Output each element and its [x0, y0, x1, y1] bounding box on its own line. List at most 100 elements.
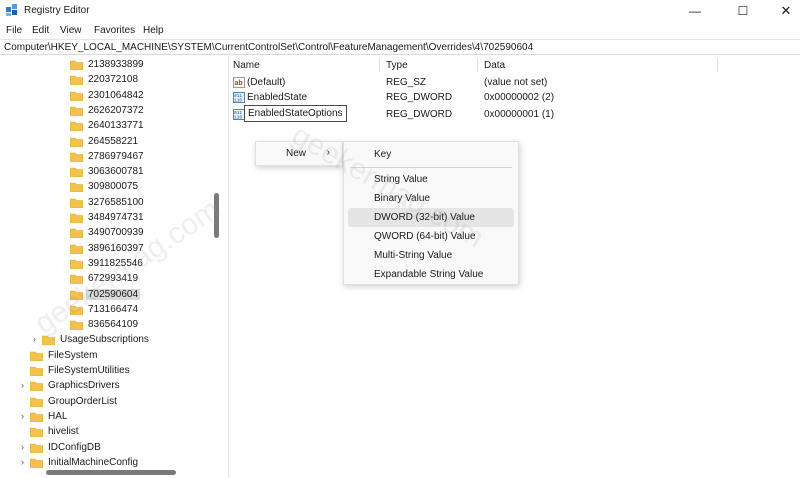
submenu-item-label: DWORD (32-bit) Value	[374, 212, 475, 223]
folder-icon	[70, 152, 83, 162]
column-divider[interactable]	[379, 58, 380, 72]
tree-item-label: 672993419	[88, 273, 139, 285]
tree-item-label: GroupOrderList	[48, 395, 117, 407]
column-header-data[interactable]: Data	[484, 60, 505, 71]
folder-icon	[70, 259, 83, 269]
column-divider[interactable]	[717, 58, 718, 72]
menu-separator	[350, 167, 512, 168]
tree-item-label: GraphicsDrivers	[48, 380, 120, 392]
folder-icon	[30, 351, 43, 361]
menu-help[interactable]: Help	[143, 25, 164, 36]
submenu-key[interactable]: Key	[348, 145, 514, 164]
folder-icon	[70, 91, 83, 101]
close-button[interactable]: ✕	[764, 0, 800, 22]
folder-icon	[70, 274, 83, 285]
value-name: EnabledState	[247, 92, 308, 103]
folder-icon	[30, 412, 43, 422]
folder-icon	[70, 121, 83, 132]
folder-icon	[70, 106, 83, 116]
chevron-right-icon[interactable]: ›	[21, 411, 29, 423]
tree-item-label: 2138933899	[88, 59, 144, 70]
folder-icon	[70, 213, 83, 223]
value-row-enabledstate[interactable]: 011 110 EnabledState REG_DWORD 0x0000000…	[229, 90, 800, 105]
submenu-multi-string-value[interactable]: Multi-String Value	[348, 246, 514, 265]
submenu-item-label: String Value	[374, 174, 428, 185]
tree-item-label: 713166474	[88, 303, 139, 315]
value-row-enabledstateoptions[interactable]: 011 110 EnabledStateOptions REG_DWORD 0x…	[229, 105, 800, 122]
tree-item-label: 3484974731	[88, 212, 144, 223]
ab-string-icon: ab	[233, 77, 245, 88]
submenu-binary-value[interactable]: Binary Value	[348, 189, 514, 208]
folder-icon	[30, 427, 43, 438]
address-bar[interactable]: Computer\HKEY_LOCAL_MACHINE\SYSTEM\Curre…	[0, 39, 800, 55]
address-path: Computer\HKEY_LOCAL_MACHINE\SYSTEM\Curre…	[4, 42, 534, 53]
folder-icon	[70, 60, 83, 70]
maximize-button[interactable]: ☐	[721, 0, 765, 22]
binary-value-icon: 011 110	[233, 92, 245, 103]
value-data: 0x00000001 (1)	[484, 109, 555, 120]
folder-icon	[70, 290, 83, 300]
tree-item-label: 3276585100	[88, 196, 144, 208]
tree-vertical-scrollbar[interactable]	[214, 193, 219, 238]
column-header-type[interactable]: Type	[386, 60, 408, 71]
folder-icon	[70, 198, 83, 208]
submenu-expandable-string-value[interactable]: Expandable String Value	[348, 265, 514, 284]
menu-favorites[interactable]: Favorites	[94, 25, 135, 36]
folder-icon	[70, 137, 83, 147]
menu-view[interactable]: View	[60, 25, 82, 36]
value-name: (Default)	[247, 77, 286, 88]
tree-item-label: 2301064842	[88, 89, 144, 101]
chevron-right-icon[interactable]: ›	[21, 457, 29, 469]
menu-file[interactable]: File	[6, 25, 22, 36]
folder-icon	[30, 443, 43, 453]
chevron-right-icon[interactable]: ›	[21, 442, 29, 454]
column-divider[interactable]	[477, 58, 478, 72]
tree-item-label: FileSystemUtilities	[48, 365, 130, 376]
folder-icon	[70, 167, 83, 178]
minimize-button[interactable]: —	[673, 0, 717, 22]
tree-item-label: hivelist	[48, 426, 79, 438]
tree-item-label: HAL	[48, 410, 68, 422]
folder-icon	[30, 458, 43, 468]
folder-icon	[70, 183, 83, 193]
value-data: (value not set)	[484, 77, 548, 88]
key-tree-pane[interactable]: 2138933899 220372108 2301064842 2626207372 2…	[0, 56, 226, 478]
submenu-item-label: Binary Value	[374, 193, 430, 204]
tree-horizontal-scrollbar[interactable]	[46, 470, 176, 475]
folder-icon	[70, 228, 83, 239]
value-row-default[interactable]: ab (Default) REG_SZ (value not set)	[229, 75, 800, 90]
tree-item-label: IDConfigDB	[48, 441, 101, 453]
registry-editor-icon	[6, 4, 17, 16]
submenu-item-label: Multi-String Value	[374, 250, 453, 261]
value-data: 0x00000002 (2)	[484, 92, 555, 103]
menu-edit[interactable]: Edit	[32, 25, 49, 36]
chevron-right-icon[interactable]: ›	[21, 380, 29, 392]
svg-text:ab: ab	[235, 80, 243, 87]
new-submenu: Key String Value Binary Value DWORD (32-…	[343, 141, 519, 285]
tree-item-label: 836564109	[88, 319, 139, 331]
folder-icon	[42, 336, 55, 346]
folder-icon	[30, 381, 43, 392]
svg-text:110: 110	[234, 98, 242, 104]
tree-item-label: FileSystem	[48, 349, 98, 361]
tree-item-label: 264558221	[88, 135, 139, 147]
submenu-qword-value[interactable]: QWORD (64-bit) Value	[348, 227, 514, 246]
submenu-item-label: Expandable String Value	[374, 269, 484, 280]
submenu-string-value[interactable]: String Value	[348, 170, 514, 189]
chevron-right-icon: ›	[326, 147, 330, 158]
context-menu-new[interactable]: New ›	[260, 144, 338, 163]
submenu-dword-value[interactable]: DWORD (32-bit) Value	[348, 208, 514, 227]
tree-item-label: 3911825546	[88, 257, 143, 269]
title-bar: Registry Editor — ☐ ✕	[0, 0, 800, 22]
chevron-right-icon[interactable]: ›	[33, 334, 41, 346]
new-label: New	[286, 148, 307, 159]
folder-icon	[70, 75, 83, 86]
folder-icon	[70, 305, 83, 315]
submenu-key-label: Key	[374, 149, 392, 160]
submenu-item-label: QWORD (64-bit) Value	[374, 231, 476, 242]
rename-edit-box[interactable]: EnabledStateOptions	[244, 105, 347, 122]
folder-icon	[70, 244, 83, 254]
tree-item-label: 309800075	[88, 181, 139, 193]
column-header-name[interactable]: Name	[233, 60, 260, 71]
tree-item-label: 2786979467	[88, 150, 144, 162]
